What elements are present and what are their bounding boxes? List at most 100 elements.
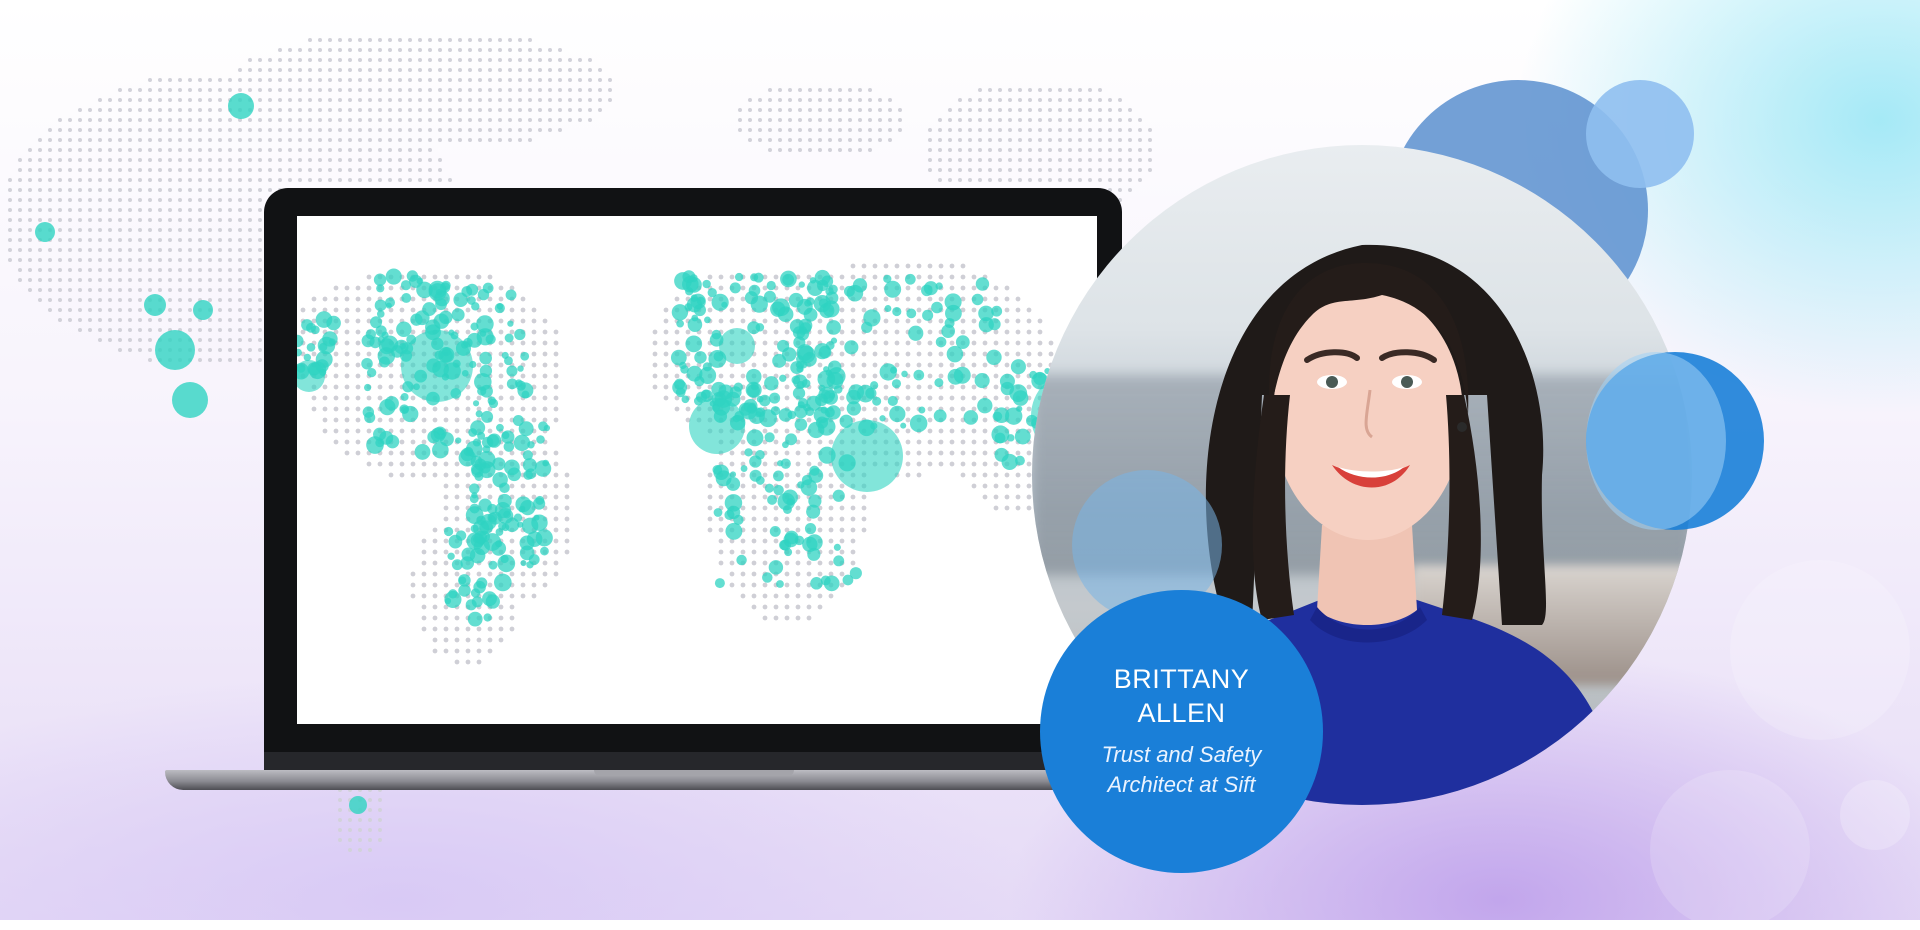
map-event-dot bbox=[467, 332, 482, 348]
map-grid-dot bbox=[938, 461, 944, 467]
map-grid-dot bbox=[344, 318, 350, 324]
map-grid-dot bbox=[817, 516, 823, 522]
map-grid-dot bbox=[839, 505, 845, 511]
map-grid-dot bbox=[806, 593, 812, 599]
map-grid-dot bbox=[322, 406, 328, 412]
map-event-dot bbox=[935, 282, 943, 290]
map-grid-dot bbox=[542, 406, 548, 412]
map-grid-dot bbox=[498, 593, 504, 599]
map-grid-dot bbox=[652, 362, 658, 368]
map-grid-dot bbox=[410, 472, 416, 478]
map-grid-dot bbox=[993, 285, 999, 291]
map-event-dot bbox=[471, 302, 480, 311]
laptop-notch bbox=[594, 770, 794, 776]
map-event-dot bbox=[892, 306, 902, 317]
map-grid-dot bbox=[333, 285, 339, 291]
map-grid-dot bbox=[729, 373, 735, 379]
map-grid-dot bbox=[894, 351, 900, 357]
map-event-dot bbox=[763, 290, 776, 303]
map-grid-dot bbox=[949, 450, 955, 456]
map-grid-dot bbox=[751, 538, 757, 544]
map-event-dot bbox=[889, 405, 906, 423]
map-grid-dot bbox=[938, 296, 944, 302]
map-event-dot bbox=[526, 531, 543, 547]
map-grid-dot bbox=[839, 285, 845, 291]
map-grid-dot bbox=[839, 516, 845, 522]
map-grid-dot bbox=[520, 307, 526, 313]
map-grid-dot bbox=[410, 571, 416, 577]
map-event-dot bbox=[825, 341, 835, 350]
map-grid-dot bbox=[839, 538, 845, 544]
map-grid-dot bbox=[421, 461, 427, 467]
map-event-dot bbox=[749, 402, 756, 410]
map-event-dot bbox=[900, 422, 907, 429]
map-event-dot bbox=[513, 513, 523, 522]
map-grid-dot bbox=[872, 406, 878, 412]
map-grid-dot bbox=[322, 384, 328, 390]
map-grid-dot bbox=[652, 373, 658, 379]
map-grid-dot bbox=[718, 527, 724, 533]
map-grid-dot bbox=[322, 296, 328, 302]
map-event-dot bbox=[852, 278, 868, 293]
map-grid-dot bbox=[828, 439, 834, 445]
map-grid-dot bbox=[784, 483, 790, 489]
map-grid-dot bbox=[905, 318, 911, 324]
map-grid-dot bbox=[432, 538, 438, 544]
map-grid-dot bbox=[883, 384, 889, 390]
map-grid-dot bbox=[740, 472, 746, 478]
map-event-dot bbox=[792, 387, 806, 400]
map-grid-dot bbox=[762, 494, 768, 500]
map-grid-dot bbox=[443, 406, 449, 412]
map-event-dot bbox=[443, 526, 454, 537]
map-grid-dot bbox=[872, 340, 878, 346]
map-grid-dot bbox=[839, 318, 845, 324]
map-grid-dot bbox=[960, 461, 966, 467]
map-grid-dot bbox=[971, 307, 977, 313]
map-event-dot bbox=[794, 418, 808, 431]
map-grid-dot bbox=[707, 505, 713, 511]
map-grid-dot bbox=[1004, 505, 1010, 511]
map-grid-dot bbox=[861, 494, 867, 500]
map-event-dot bbox=[977, 398, 993, 414]
map-event-dot bbox=[471, 492, 478, 499]
map-grid-dot bbox=[927, 417, 933, 423]
map-grid-dot bbox=[1015, 296, 1021, 302]
map-grid-dot bbox=[487, 648, 493, 654]
map-event-dot bbox=[804, 522, 817, 535]
map-event-dot bbox=[887, 395, 898, 407]
map-grid-dot bbox=[795, 549, 801, 555]
map-grid-dot bbox=[388, 450, 394, 456]
map-grid-dot bbox=[971, 428, 977, 434]
map-grid-dot bbox=[861, 516, 867, 522]
map-grid-dot bbox=[707, 494, 713, 500]
map-grid-dot bbox=[388, 417, 394, 423]
map-event-dot bbox=[736, 554, 747, 566]
map-grid-dot bbox=[509, 395, 515, 401]
map-grid-dot bbox=[322, 417, 328, 423]
map-grid-dot bbox=[311, 351, 317, 357]
map-grid-dot bbox=[399, 307, 405, 313]
map-grid-dot bbox=[718, 549, 724, 555]
map-grid-dot bbox=[773, 538, 779, 544]
map-grid-dot bbox=[520, 318, 526, 324]
map-grid-dot bbox=[487, 483, 493, 489]
map-grid-dot bbox=[487, 637, 493, 643]
map-grid-dot bbox=[894, 263, 900, 269]
map-grid-dot bbox=[718, 538, 724, 544]
map-grid-dot bbox=[465, 395, 471, 401]
map-grid-dot bbox=[322, 395, 328, 401]
map-event-dot bbox=[715, 470, 732, 487]
map-grid-dot bbox=[850, 274, 856, 280]
map-grid-dot bbox=[938, 395, 944, 401]
map-grid-dot bbox=[498, 626, 504, 632]
map-event-dot bbox=[433, 313, 450, 329]
map-grid-dot bbox=[553, 406, 559, 412]
map-grid-dot bbox=[960, 362, 966, 368]
map-grid-dot bbox=[938, 450, 944, 456]
map-grid-dot bbox=[850, 538, 856, 544]
map-grid-dot bbox=[553, 527, 559, 533]
map-grid-dot bbox=[498, 395, 504, 401]
map-grid-dot bbox=[927, 395, 933, 401]
map-event-dot bbox=[879, 415, 886, 422]
map-grid-dot bbox=[729, 560, 735, 566]
